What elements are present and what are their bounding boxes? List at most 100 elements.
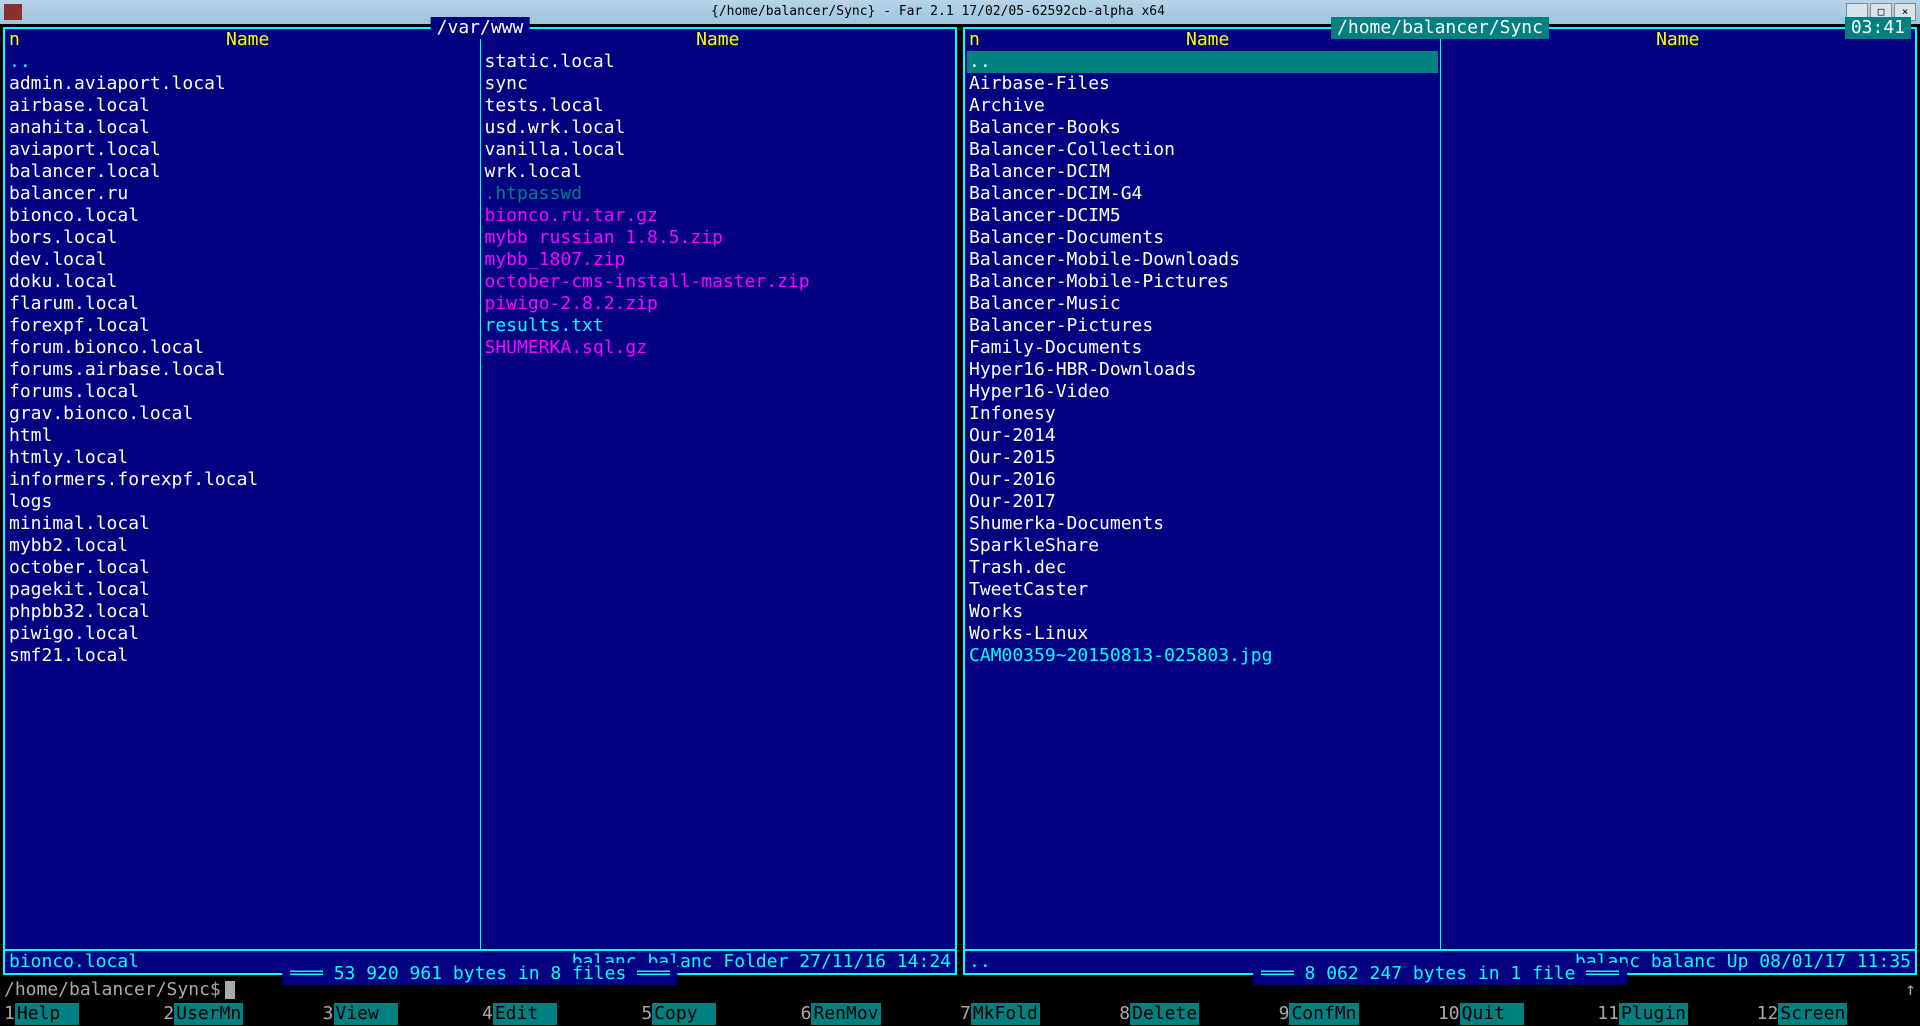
file-item[interactable]: doku.local [7,271,478,293]
file-item[interactable]: Shumerka-Documents [967,513,1438,535]
file-item[interactable]: TweetCaster [967,579,1438,601]
file-item[interactable]: Hyper16-HBR-Downloads [967,359,1438,381]
file-item[interactable]: .htpasswd [483,183,954,205]
file-item[interactable]: Works [967,601,1438,623]
key-label: Help [15,1003,79,1025]
file-item[interactable]: SparkleShare [967,535,1438,557]
file-item[interactable]: bionco.ru.tar.gz [483,205,954,227]
file-item[interactable]: htmly.local [7,447,478,469]
file-item[interactable]: pagekit.local [7,579,478,601]
file-item[interactable]: html [7,425,478,447]
file-item[interactable]: logs [7,491,478,513]
file-item[interactable]: airbase.local [7,95,478,117]
key-label: UserMn [174,1003,243,1025]
file-item[interactable]: mybb russian 1.8.5.zip [483,227,954,249]
file-item[interactable]: aviaport.local [7,139,478,161]
file-item[interactable]: Our-2017 [967,491,1438,513]
file-item[interactable]: Infonesy [967,403,1438,425]
key-num: 6 [801,1003,812,1025]
file-item[interactable]: forums.local [7,381,478,403]
file-item[interactable]: static.local [483,51,954,73]
file-item[interactable]: .. [7,51,478,73]
file-item[interactable]: CAM00359~20150813-025803.jpg [967,645,1438,667]
keybar-item-mkfold[interactable]: 7MkFold [960,1003,1119,1025]
file-item[interactable]: Family-Documents [967,337,1438,359]
file-item[interactable]: sync [483,73,954,95]
file-item[interactable]: Balancer-Books [967,117,1438,139]
left-panel-path[interactable]: /var/www [431,17,530,39]
file-item[interactable]: Works-Linux [967,623,1438,645]
key-label: Copy [652,1003,716,1025]
file-item[interactable]: mybb2.local [7,535,478,557]
file-item[interactable]: piwigo-2.8.2.zip [483,293,954,315]
file-item[interactable]: Trash.dec [967,557,1438,579]
file-item[interactable]: tests.local [483,95,954,117]
file-item[interactable]: Airbase-Files [967,73,1438,95]
keybar-item-view[interactable]: 3View [323,1003,482,1025]
file-item[interactable]: dev.local [7,249,478,271]
left-col1-header: n Name [7,29,478,51]
window-title: {/home/balancer/Sync} - Far 2.1 17/02/05… [30,1,1846,23]
file-item[interactable]: Balancer-Collection [967,139,1438,161]
file-item[interactable]: vanilla.local [483,139,954,161]
file-item[interactable]: forums.airbase.local [7,359,478,381]
keybar-item-plugin[interactable]: 11Plugin [1597,1003,1756,1025]
keybar-item-usermn[interactable]: 2UserMn [163,1003,322,1025]
right-col2: Name [1441,29,1916,949]
file-item[interactable]: bors.local [7,227,478,249]
file-item[interactable]: phpbb32.local [7,601,478,623]
file-item[interactable]: balancer.local [7,161,478,183]
key-label: Edit [493,1003,557,1025]
keybar-item-quit[interactable]: 10Quit [1438,1003,1597,1025]
file-item[interactable]: Balancer-DCIM-G4 [967,183,1438,205]
file-item[interactable]: grav.bionco.local [7,403,478,425]
file-item[interactable]: forum.bionco.local [7,337,478,359]
file-item[interactable]: anahita.local [7,117,478,139]
file-item[interactable]: october-cms-install-master.zip [483,271,954,293]
file-item[interactable]: wrk.local [483,161,954,183]
file-item[interactable]: Hyper16-Video [967,381,1438,403]
file-item[interactable]: Balancer-Documents [967,227,1438,249]
keybar-item-copy[interactable]: 5Copy [641,1003,800,1025]
file-item[interactable]: flarum.local [7,293,478,315]
file-item[interactable]: .. [967,51,1438,73]
file-item[interactable]: Our-2016 [967,469,1438,491]
file-item[interactable]: admin.aviaport.local [7,73,478,95]
right-panel-path[interactable]: /home/balancer/Sync [1331,17,1549,39]
file-item[interactable]: bionco.local [7,205,478,227]
file-item[interactable]: Archive [967,95,1438,117]
keybar-item-edit[interactable]: 4Edit [482,1003,641,1025]
file-item[interactable]: Balancer-Mobile-Downloads [967,249,1438,271]
file-item[interactable]: forexpf.local [7,315,478,337]
key-num: 7 [960,1003,971,1025]
file-item[interactable]: october.local [7,557,478,579]
file-item[interactable]: SHUMERKA.sql.gz [483,337,954,359]
key-label: Plugin [1619,1003,1688,1025]
key-num: 2 [163,1003,174,1025]
file-item[interactable]: usd.wrk.local [483,117,954,139]
key-label: ConfMn [1289,1003,1358,1025]
keybar-item-renmov[interactable]: 6RenMov [801,1003,960,1025]
keybar-item-screen[interactable]: 12Screen [1757,1003,1916,1025]
file-item[interactable]: balancer.ru [7,183,478,205]
key-label: View [334,1003,398,1025]
file-item[interactable]: Balancer-Pictures [967,315,1438,337]
file-item[interactable]: results.txt [483,315,954,337]
file-item[interactable]: minimal.local [7,513,478,535]
keybar-item-confmn[interactable]: 9ConfMn [1279,1003,1438,1025]
file-item[interactable]: informers.forexpf.local [7,469,478,491]
file-item[interactable]: Balancer-DCIM [967,161,1438,183]
file-item[interactable]: piwigo.local [7,623,478,645]
file-item[interactable]: Balancer-DCIM5 [967,205,1438,227]
app-icon [4,4,22,20]
file-item[interactable]: mybb_1807.zip [483,249,954,271]
file-item[interactable]: Balancer-Mobile-Pictures [967,271,1438,293]
key-num: 5 [641,1003,652,1025]
file-item[interactable]: smf21.local [7,645,478,667]
right-stats: ═══ 8 062 247 bytes in 1 file ═══ [1253,963,1627,985]
file-item[interactable]: Our-2014 [967,425,1438,447]
keybar-item-help[interactable]: 1Help [4,1003,163,1025]
keybar-item-delete[interactable]: 8Delete [1119,1003,1278,1025]
file-item[interactable]: Balancer-Music [967,293,1438,315]
file-item[interactable]: Our-2015 [967,447,1438,469]
